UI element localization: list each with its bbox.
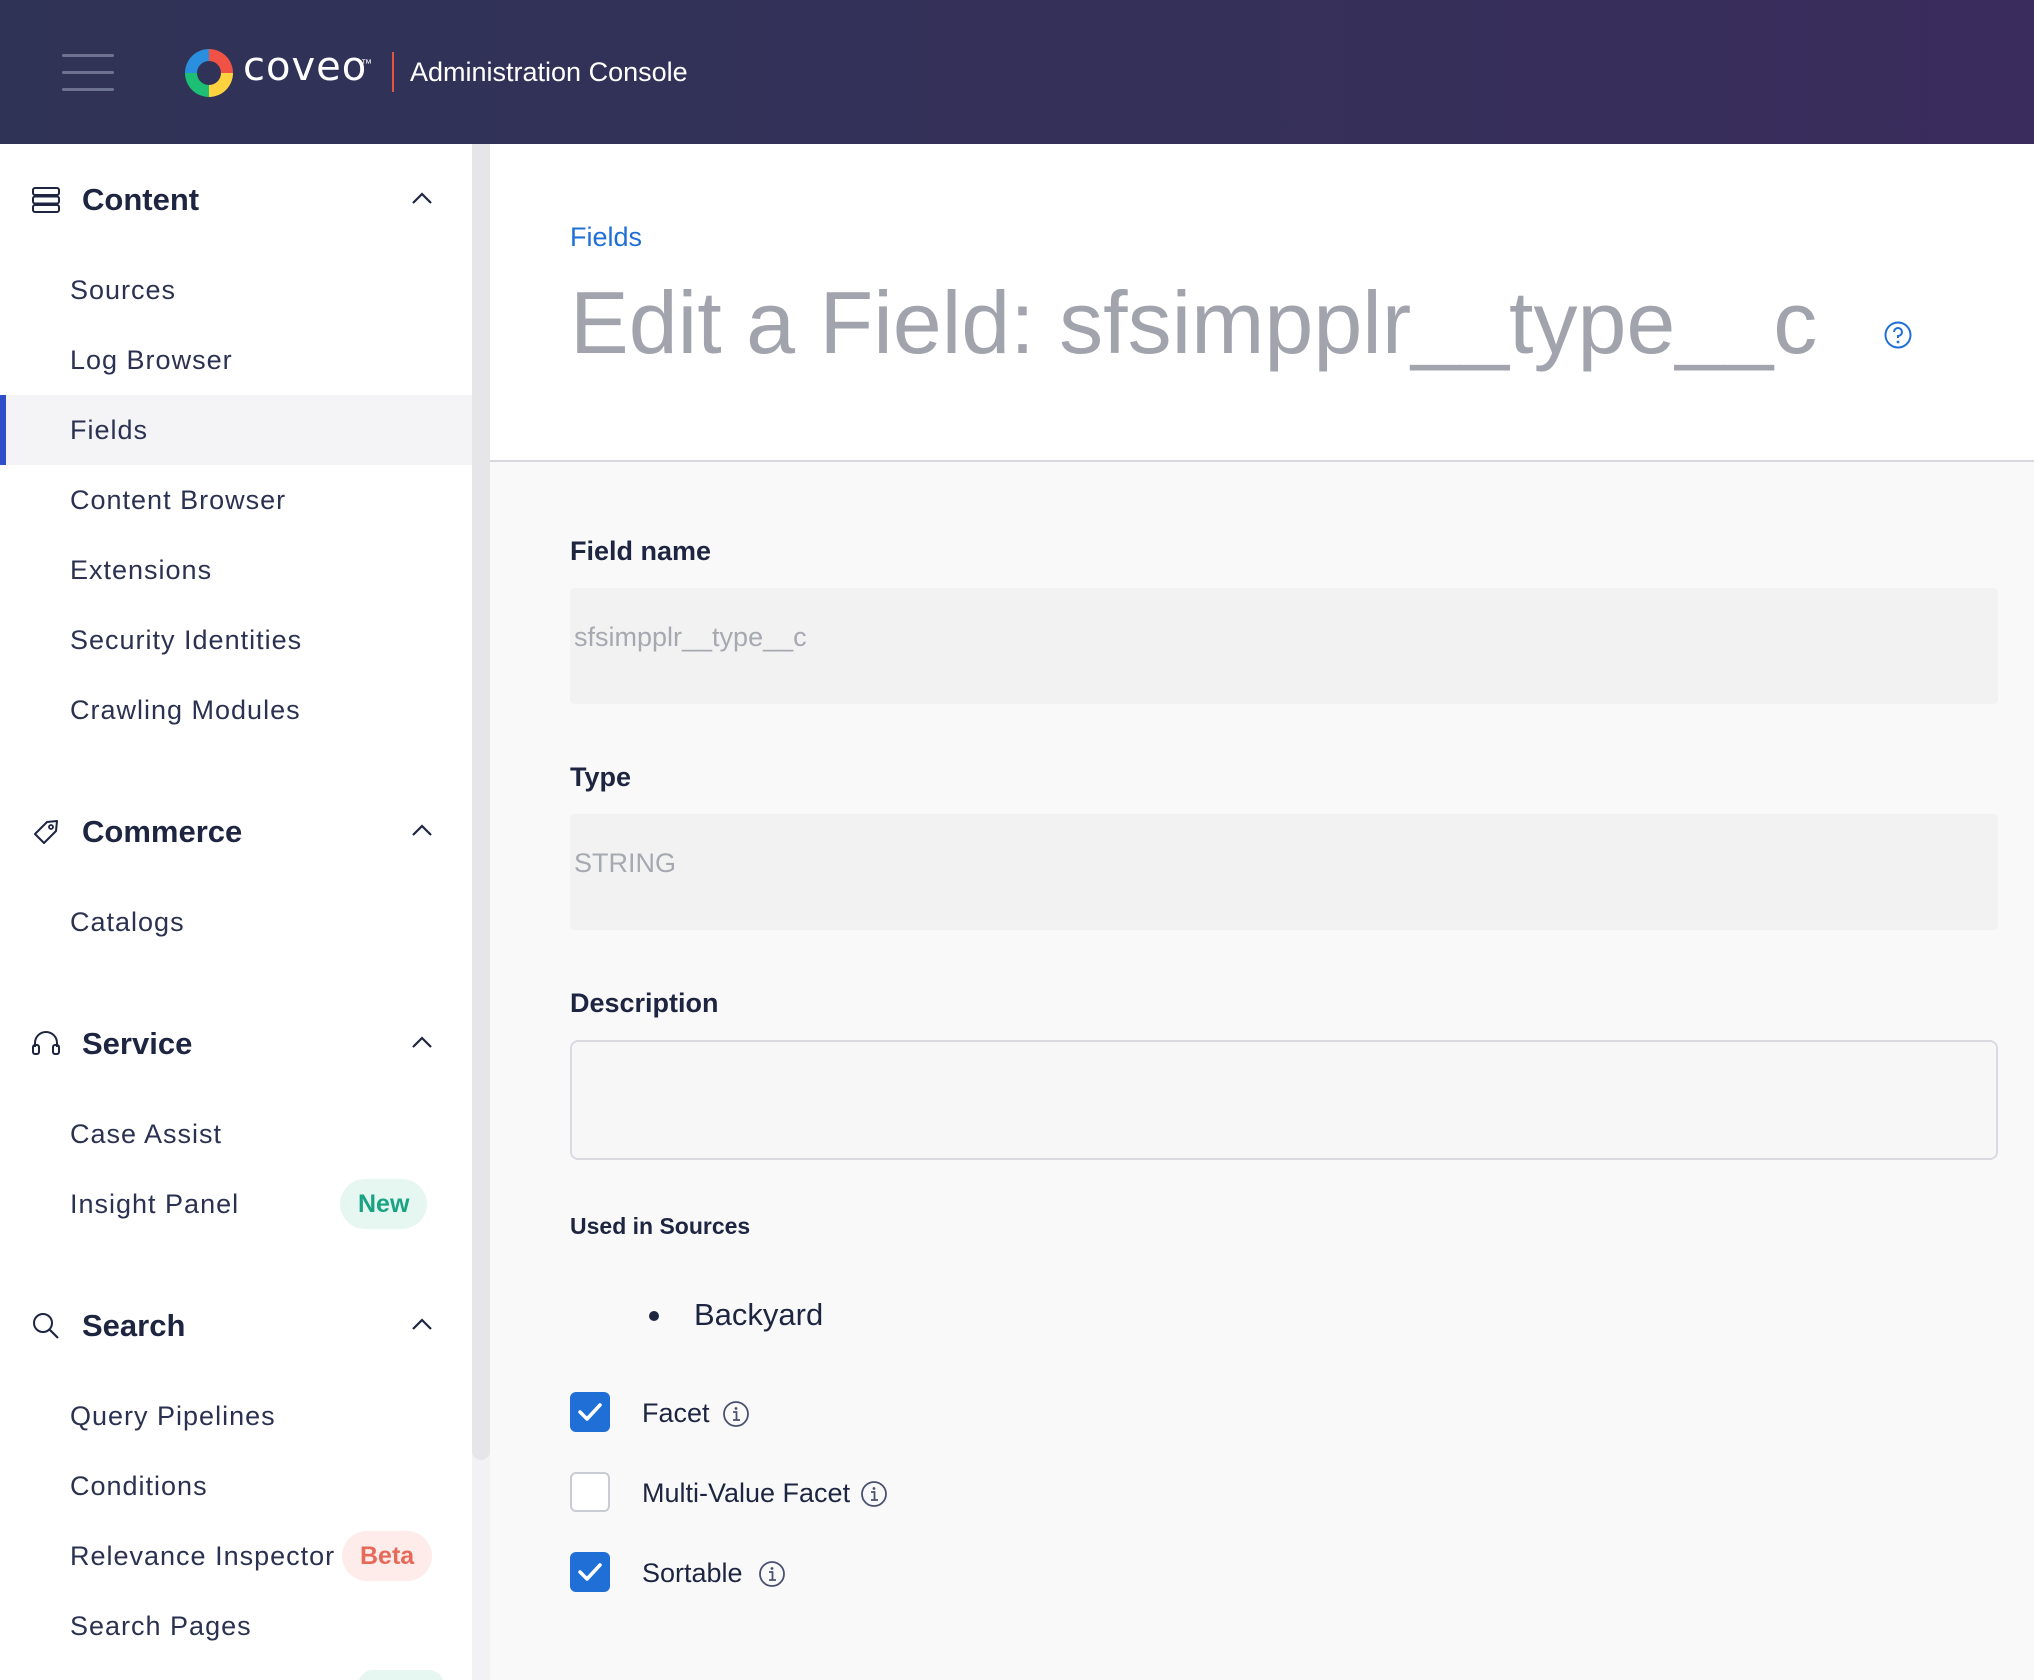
sidebar-item-search-pages[interactable]: Search Pages: [0, 1591, 472, 1661]
field-name-value: sfsimpplr__type__c: [574, 622, 807, 652]
coveo-logo-icon: [185, 49, 233, 97]
sortable-label: Sortable: [642, 1558, 743, 1588]
multi-value-facet-label: Multi-Value Facet: [642, 1478, 851, 1508]
sidebar-item-label: Query Pipelines: [70, 1401, 276, 1431]
sidebar-item-label: Crawling Modules: [70, 695, 301, 725]
sidebar-item-content-browser[interactable]: Content Browser: [0, 465, 472, 535]
section-search[interactable]: Search: [0, 1296, 472, 1356]
beta-badge: Beta: [342, 1531, 433, 1581]
new-badge: New: [340, 1179, 428, 1229]
sortable-option: Sortable: [570, 1552, 1370, 1594]
brand-trademark: ™: [361, 58, 372, 70]
sidebar-item-extensions[interactable]: Extensions: [0, 535, 472, 605]
badge: [358, 1670, 444, 1680]
chevron-up-icon[interactable]: [410, 1034, 434, 1050]
sidebar-item-case-assist[interactable]: Case Assist: [0, 1099, 472, 1169]
search-icon: [33, 1313, 59, 1339]
sidebar-item-insight-panel[interactable]: Insight Panel New: [0, 1169, 472, 1239]
multi-value-facet-checkbox[interactable]: [570, 1472, 610, 1512]
sidebar-item-label: Sources: [70, 275, 177, 305]
info-icon[interactable]: [722, 1400, 750, 1428]
section-label: Service: [82, 1026, 193, 1061]
header-divider: [392, 52, 394, 92]
menu-icon[interactable]: [62, 54, 114, 92]
server-icon: [32, 187, 60, 213]
sidebar-item-label: Relevance Inspector: [70, 1541, 336, 1571]
sidebar-item-label: Insight Panel: [70, 1189, 240, 1219]
field-name-label: Field name: [570, 536, 712, 566]
headset-icon: [32, 1031, 60, 1055]
sidebar-item-sources[interactable]: Sources: [0, 255, 472, 325]
multi-value-facet-option: Multi-Value Facet: [570, 1472, 1370, 1514]
type-value: STRING: [574, 848, 677, 878]
page-title: Edit a Field: sfsimpplr__type__c: [570, 273, 1818, 372]
checkmark-icon: [578, 1403, 602, 1421]
sidebar-item-label: Content Browser: [70, 485, 287, 515]
source-item: Backyard: [694, 1297, 824, 1332]
chevron-up-icon[interactable]: [410, 190, 434, 206]
sidebar-item-query-pipelines[interactable]: Query Pipelines: [0, 1381, 472, 1451]
app-title: Administration Console: [410, 57, 688, 87]
sidebar-item-label: Log Browser: [70, 345, 233, 375]
section-label: Content: [82, 182, 200, 217]
top-bar: coveo ™ Administration Console: [0, 0, 2034, 144]
description-textarea[interactable]: [570, 1040, 1998, 1160]
sortable-checkbox[interactable]: [570, 1552, 610, 1592]
sidebar-item-crawling-modules[interactable]: Crawling Modules: [0, 675, 472, 745]
sidebar-scrollbar-thumb[interactable]: [472, 144, 490, 1460]
section-content[interactable]: Content: [0, 170, 472, 230]
facet-label: Facet: [642, 1398, 710, 1428]
sidebar-item-fields[interactable]: Fields: [0, 395, 472, 465]
section-label: Commerce: [82, 814, 243, 849]
chevron-up-icon[interactable]: [410, 1316, 434, 1332]
field-name-input: sfsimpplr__type__c: [570, 588, 1998, 704]
sidebar-item-security-identities[interactable]: Security Identities: [0, 605, 472, 675]
facet-option: Facet: [570, 1392, 1370, 1434]
section-commerce[interactable]: Commerce: [0, 802, 472, 862]
tag-icon: [34, 820, 58, 844]
checkmark-icon: [578, 1563, 602, 1581]
sidebar: Content Sources Log Browser Fields Conte…: [0, 144, 472, 1680]
section-service[interactable]: Service: [0, 1014, 472, 1074]
sidebar-item-conditions[interactable]: Conditions: [0, 1451, 472, 1521]
type-input: STRING: [570, 814, 1998, 930]
sidebar-item-label: Fields: [70, 415, 149, 445]
info-icon[interactable]: [860, 1480, 888, 1508]
facet-checkbox[interactable]: [570, 1392, 610, 1432]
breadcrumb-fields-link[interactable]: Fields: [570, 222, 642, 253]
description-label: Description: [570, 988, 719, 1018]
sidebar-item-log-browser[interactable]: Log Browser: [0, 325, 472, 395]
sidebar-item-label: Case Assist: [70, 1119, 223, 1149]
sidebar-item-label: Catalogs: [70, 907, 185, 937]
help-icon[interactable]: [1883, 320, 1913, 350]
section-label: Search: [82, 1308, 186, 1343]
chevron-up-icon[interactable]: [410, 822, 434, 838]
info-icon[interactable]: [758, 1560, 786, 1588]
sidebar-item-catalogs[interactable]: Catalogs: [0, 887, 472, 957]
sidebar-item-label: Search Pages: [70, 1611, 252, 1641]
sidebar-item-label: Conditions: [70, 1471, 208, 1501]
sidebar-item-label: Extensions: [70, 555, 213, 585]
sidebar-item-relevance-inspector[interactable]: Relevance Inspector Beta: [0, 1521, 472, 1591]
used-in-sources-label: Used in Sources: [570, 1213, 751, 1239]
brand-name: coveo: [243, 44, 368, 90]
type-label: Type: [570, 762, 632, 792]
bullet: [649, 1311, 659, 1321]
sidebar-item-label: Security Identities: [70, 625, 303, 655]
